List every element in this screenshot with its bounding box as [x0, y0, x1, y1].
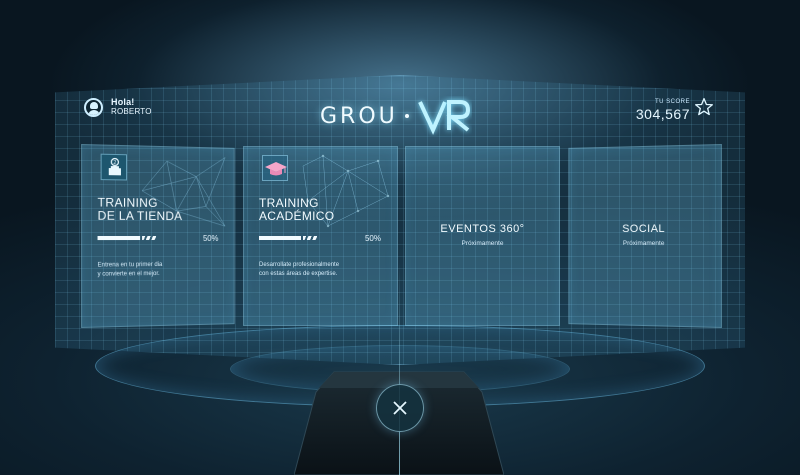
card-training-academico[interactable]: TRAINING ACADÉMICO 50% Desarrollate prof… [243, 146, 398, 326]
vr-logo-mark [417, 100, 470, 135]
app-logo: GROU [320, 96, 472, 136]
progress-bar: 50% [259, 234, 381, 243]
graduation-cap-icon [262, 155, 288, 181]
progress-bar: 50% [97, 234, 219, 243]
score-value: 304,567 [635, 106, 690, 122]
card-social[interactable]: SOCIAL Próximamente [568, 144, 722, 328]
logo-text: GROU [320, 103, 398, 129]
score-display: TU SCORE 304,567 [635, 98, 714, 122]
card-title: TRAINING ACADÉMICO [259, 196, 335, 223]
progress-percent: 50% [364, 234, 381, 243]
card-description: Desarrollate profesionalmente con estas … [259, 262, 340, 277]
avatar-icon [84, 97, 103, 117]
greeting-text: Hola! [111, 97, 135, 107]
svg-text:2: 2 [113, 160, 116, 166]
user-greeting: Hola! ROBERTO [84, 97, 152, 117]
card-subtitle: Próximamente [622, 239, 665, 248]
star-icon [695, 98, 713, 116]
user-name: ROBERTO [111, 107, 152, 116]
close-icon [393, 401, 407, 415]
card-eventos-360[interactable]: EVENTOS 360° Próximamente [405, 146, 560, 326]
card-training-tienda[interactable]: 2 TRAINING DE LA TIENDA 50% Entrena en t… [81, 144, 235, 328]
card-description: Entrena en tu primer dia y convierte en … [97, 261, 163, 278]
logo-dot [404, 114, 409, 118]
store-badge-icon: 2 [100, 153, 128, 181]
card-title: EVENTOS 360° [440, 223, 525, 235]
close-button[interactable] [376, 384, 424, 432]
card-title: TRAINING DE LA TIENDA [97, 195, 183, 224]
card-title: SOCIAL [622, 222, 666, 236]
score-label: TU SCORE [654, 99, 690, 105]
center-light-beam [399, 262, 400, 475]
progress-percent: 50% [203, 234, 219, 243]
card-subtitle: Próximamente [461, 240, 504, 247]
